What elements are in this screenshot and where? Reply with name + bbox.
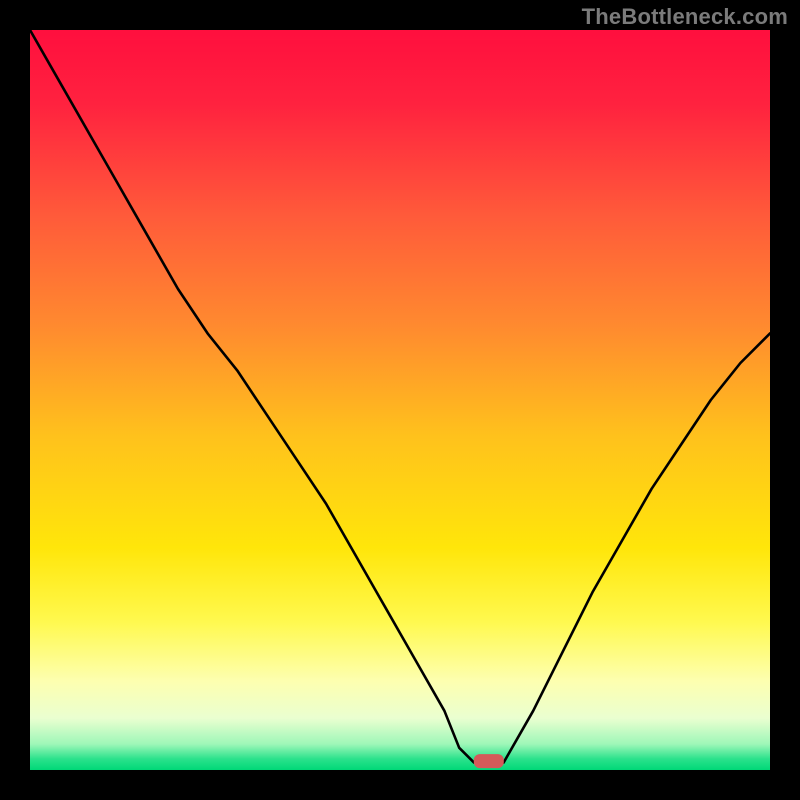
chart-frame: TheBottleneck.com [0,0,800,800]
watermark-text: TheBottleneck.com [582,4,788,30]
chart-svg [30,30,770,770]
gradient-background [30,30,770,770]
optimal-marker [474,754,504,768]
plot-area [30,30,770,770]
